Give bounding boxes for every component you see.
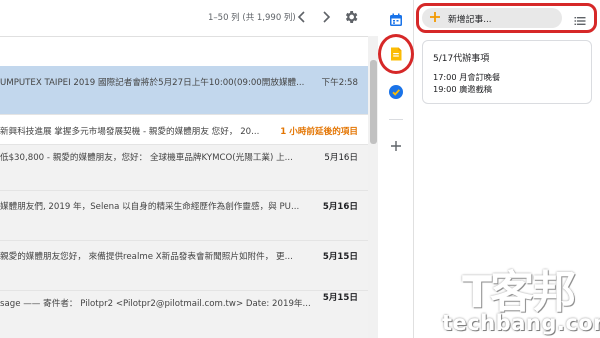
mail-row[interactable]: UMPUTEX TAIPEI 2019 國際記者會將於5月27日上午10:00(… bbox=[0, 66, 368, 115]
next-page-button[interactable] bbox=[318, 9, 334, 25]
scrollbar-thumb[interactable] bbox=[370, 60, 377, 144]
toolbar-divider bbox=[0, 36, 370, 37]
prev-page-button[interactable] bbox=[294, 9, 310, 25]
chevron-right-icon bbox=[323, 11, 331, 23]
mail-row[interactable]: 新興科技進展 掌握多元市場發展契機 - 親愛的媒體朋友 您好， 20... 1 … bbox=[0, 115, 368, 145]
settings-button[interactable] bbox=[343, 9, 359, 25]
add-addon-icon[interactable] bbox=[388, 138, 404, 154]
gear-icon bbox=[345, 11, 358, 23]
calendar-icon[interactable] bbox=[388, 12, 404, 28]
note-card[interactable]: 5/17代辦事項 17:00 月會訂晚餐 19:00 廣邀截稿 bbox=[422, 40, 592, 104]
mail-row[interactable]: 低$30,800 - 親愛的媒體朋友，您好： 全球機車品牌KYMCO(光陽工業)… bbox=[0, 145, 368, 191]
mail-snippet: 媒體朋友們, 2019 年，Selena 以自身的精采生命經歷作為創作靈感，與 … bbox=[0, 202, 300, 212]
note-line: 19:00 廣邀截稿 bbox=[433, 84, 492, 94]
keep-icon[interactable] bbox=[388, 46, 404, 62]
tasks-icon[interactable] bbox=[388, 84, 404, 100]
mail-toolbar: 1–50 列 (共 1,990 列) bbox=[0, 0, 378, 36]
note-title: 5/17代辦事項 bbox=[433, 54, 490, 64]
side-panel-strip bbox=[378, 0, 414, 338]
pagination-text: 1–50 列 (共 1,990 列) bbox=[208, 13, 296, 23]
mail-list-pane: 1–50 列 (共 1,990 列) UMPUTEX TAIPEI 2019 國… bbox=[0, 0, 378, 338]
side-strip-divider bbox=[389, 119, 403, 120]
mail-date: 5月15日 bbox=[322, 252, 358, 262]
mail-row[interactable]: sage —— 寄件者： Pilotpr2 <Pilotpr2@pilotmai… bbox=[0, 291, 368, 338]
mail-snippet: 低$30,800 - 親愛的媒體朋友，您好： 全球機車品牌KYMCO(光陽工業)… bbox=[0, 153, 293, 163]
mail-snippet: UMPUTEX TAIPEI 2019 國際記者會將於5月27日上午10:00(… bbox=[0, 78, 305, 88]
watermark-domain: techbang.com bbox=[442, 311, 600, 335]
mail-snippet: 新興科技進展 掌握多元市場發展契機 - 親愛的媒體朋友 您好， 20... bbox=[0, 127, 260, 137]
mail-snippet: 親愛的媒體朋友您好， 來備提供realme X新品發表會新聞照片如附件， 更..… bbox=[0, 252, 293, 262]
mail-row[interactable]: 親愛的媒體朋友您好， 來備提供realme X新品發表會新聞照片如附件， 更..… bbox=[0, 241, 368, 291]
mail-date: 5月15日 bbox=[322, 293, 358, 303]
mail-date: 5月16日 bbox=[322, 202, 358, 212]
chevron-left-icon bbox=[297, 11, 305, 23]
mail-date: 下午2:58 bbox=[321, 78, 359, 88]
new-note-highlight bbox=[416, 3, 597, 33]
mail-date: 5月16日 bbox=[324, 153, 358, 163]
watermark: T客邦 techbang.com bbox=[436, 256, 600, 338]
mail-snippet: sage —— 寄件者： Pilotpr2 <Pilotpr2@pilotmai… bbox=[0, 299, 311, 309]
mail-row[interactable]: 媒體朋友們, 2019 年，Selena 以自身的精采生命經歷作為創作靈感，與 … bbox=[0, 191, 368, 241]
snoozed-label: 1 小時前延後的項目 bbox=[280, 127, 358, 137]
note-line: 17:00 月會訂晚餐 bbox=[433, 72, 501, 82]
